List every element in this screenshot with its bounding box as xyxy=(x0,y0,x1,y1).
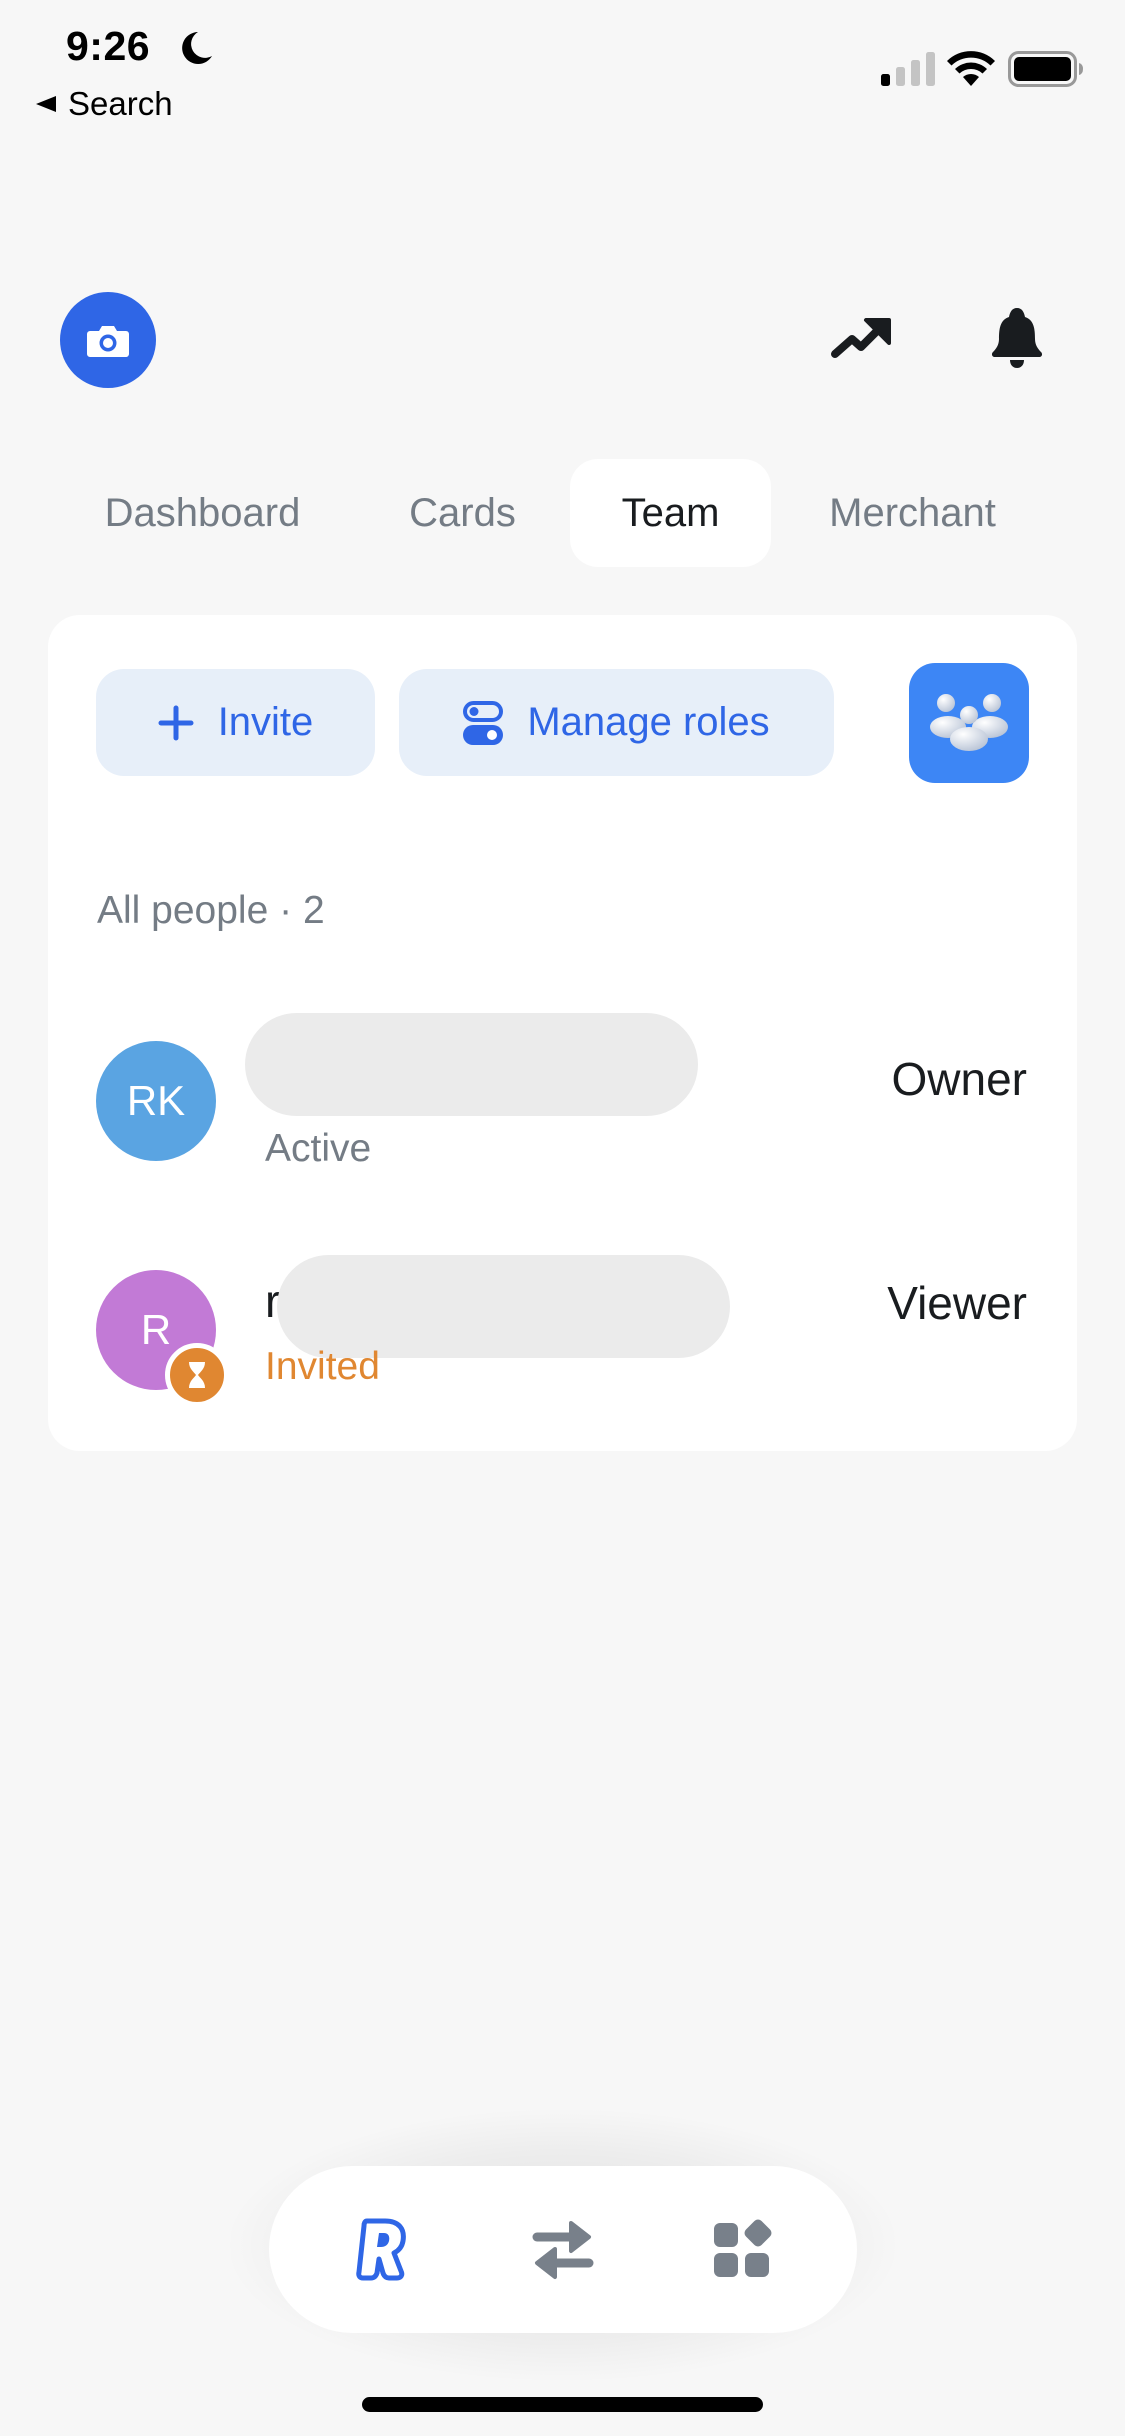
avatar-initials: RK xyxy=(126,1077,186,1124)
bell-icon xyxy=(991,308,1043,368)
nav-hub[interactable] xyxy=(697,2204,787,2294)
moon-icon xyxy=(182,32,212,64)
nav-home[interactable] xyxy=(338,2204,428,2294)
people-count-label: All people · 2 xyxy=(97,889,325,932)
invite-pending-badge xyxy=(165,1343,229,1407)
camera-icon xyxy=(87,326,129,357)
apps-grid-icon xyxy=(714,2219,772,2277)
redacted-name xyxy=(245,1013,698,1116)
back-to-search[interactable]: Search xyxy=(36,86,173,122)
tab-dashboard[interactable]: Dashboard xyxy=(70,459,335,567)
team-overview-button[interactable] xyxy=(909,663,1029,783)
revolut-r-icon xyxy=(356,2218,406,2281)
tab-cards[interactable]: Cards xyxy=(380,459,545,567)
manage-roles-button[interactable]: Manage roles xyxy=(399,669,834,776)
avatar-initials: R xyxy=(140,1306,172,1353)
team-card: Invite Manage roles All people · 2 RK Ac… xyxy=(48,615,1077,1451)
invite-label: Invite xyxy=(217,700,314,744)
team-people-icon xyxy=(930,694,1008,751)
swap-arrows-icon xyxy=(532,2221,594,2279)
toggle-roles-icon xyxy=(463,700,504,745)
tab-team[interactable]: Team xyxy=(570,459,771,567)
camera-button[interactable] xyxy=(60,292,156,388)
redacted-name xyxy=(277,1255,730,1358)
battery-icon xyxy=(1008,51,1083,87)
invite-button[interactable]: Invite xyxy=(96,669,375,776)
member-role: Owner xyxy=(891,1053,1027,1105)
trending-up-icon xyxy=(831,318,891,358)
tab-merchant[interactable]: Merchant xyxy=(800,459,1025,567)
section-tabs: Dashboard Cards Team Merchant xyxy=(0,459,1125,567)
back-label: Search xyxy=(68,85,173,122)
status-time: 9:26 xyxy=(66,23,151,69)
wifi-icon xyxy=(947,51,995,86)
person-row[interactable]: R r Invited Viewer xyxy=(48,1235,1077,1407)
member-status: Invited xyxy=(265,1345,380,1388)
member-status: Active xyxy=(265,1127,372,1170)
nav-transfers[interactable] xyxy=(518,2204,608,2294)
insights-button[interactable] xyxy=(826,308,896,368)
hourglass-icon xyxy=(189,1362,205,1388)
person-row[interactable]: RK Active Owner xyxy=(48,1005,1077,1170)
member-role: Viewer xyxy=(887,1277,1027,1329)
signal-icon xyxy=(881,52,935,86)
home-indicator[interactable] xyxy=(362,2397,763,2412)
back-triangle-icon xyxy=(36,96,56,112)
manage-roles-label: Manage roles xyxy=(527,700,770,744)
notifications-button[interactable] xyxy=(982,302,1052,374)
avatar: RK xyxy=(96,1041,216,1161)
bottom-nav xyxy=(269,2166,857,2333)
plus-icon xyxy=(158,705,194,740)
